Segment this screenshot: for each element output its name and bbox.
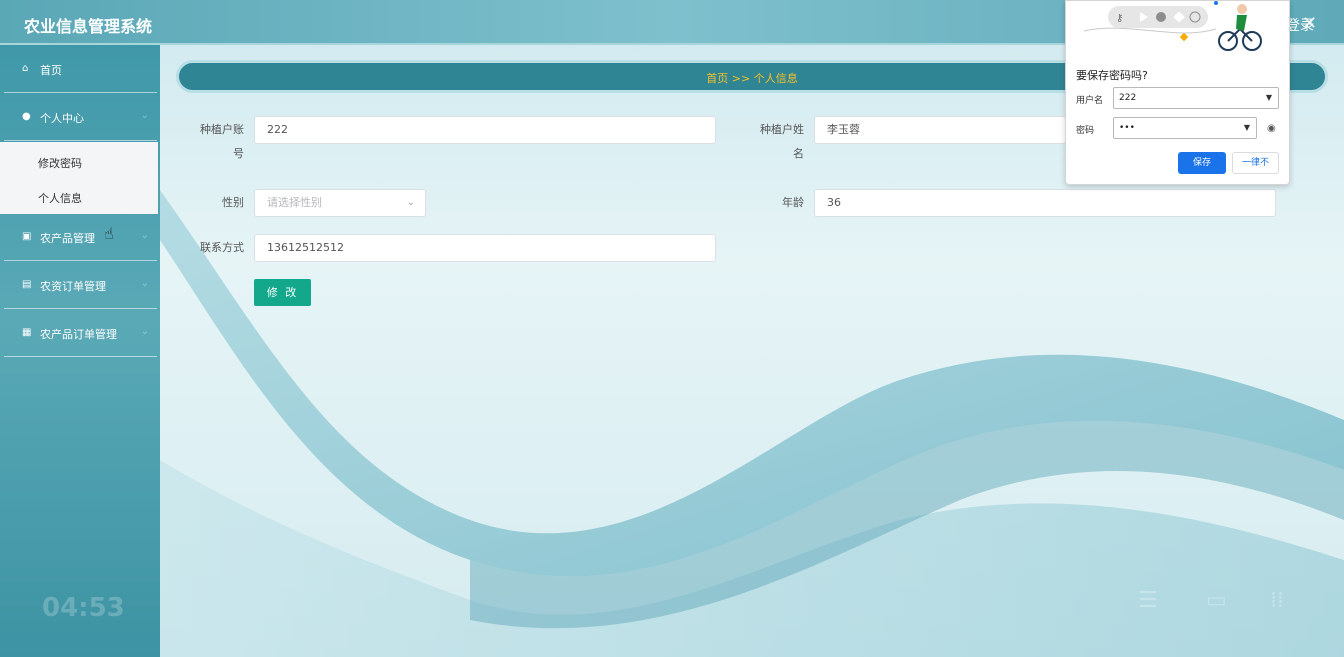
password-field[interactable]: ••• ▼ — [1113, 117, 1257, 139]
gender-label: 性别 — [222, 196, 244, 209]
comment-icon: ▭ — [1206, 588, 1227, 613]
password-illustration-icon: ⚷ — [1083, 1, 1262, 51]
grid-icon: ▦ — [22, 327, 32, 338]
age-label: 年龄 — [782, 196, 804, 209]
chevron-down-icon: ⌄ — [406, 197, 415, 208]
submenu-item-personal-info[interactable]: 个人信息 — [38, 190, 82, 206]
sidebar-item-label: 农资订单管理 — [40, 280, 106, 293]
eye-icon[interactable]: ◉ — [1267, 123, 1276, 134]
briefcase-icon: ▤ — [22, 279, 32, 290]
submenu-item-change-password[interactable]: 修改密码 — [38, 155, 82, 171]
name-label: 种植户姓 名 — [750, 116, 804, 167]
sidebar-item-personal-center[interactable]: ● 个人中心 ⌄ — [4, 93, 157, 141]
save-password-button[interactable]: 保存 — [1178, 152, 1226, 174]
account-label: 种植户账 号 — [190, 116, 244, 167]
chevron-down-icon: ⌄ — [140, 230, 149, 241]
contact-label: 联系方式 — [200, 241, 244, 254]
save-password-popup: ⚷ 要保存密码吗? 用户名 222 ▼ 密码 ••• ▼ ◉ 保存 一律不 — [1065, 0, 1290, 185]
sidebar-item-label: 个人中心 — [40, 112, 84, 125]
modify-button[interactable]: 修 改 — [254, 279, 311, 306]
list-icon: ☰ — [1138, 588, 1158, 613]
svg-text:⚷: ⚷ — [1116, 13, 1123, 24]
password-label: 密码 — [1076, 126, 1095, 136]
username-label: 用户名 — [1076, 96, 1104, 106]
sidebar: ⌂ 首页 ● 个人中心 ⌄ 修改密码 个人信息 ▣ 农产品管理 ⌄ ▤ 农资订单… — [0, 45, 160, 657]
chevron-down-icon: ⌄ — [140, 110, 149, 121]
popup-title: 要保存密码吗? — [1076, 69, 1148, 82]
name-input[interactable]: 李玉蓉 — [814, 116, 1066, 144]
sidebar-item-home[interactable]: ⌂ 首页 — [4, 45, 157, 93]
age-input[interactable]: 36 — [814, 189, 1276, 217]
timer-overlay: 04:53 — [42, 593, 125, 623]
sidebar-item-label: 农产品管理 — [40, 232, 95, 245]
chevron-down-icon: ⌄ — [140, 278, 149, 289]
close-icon[interactable]: ✕ — [1302, 13, 1317, 34]
sidebar-item-label: 首页 — [40, 64, 62, 77]
sidebar-item-supplies-order-management[interactable]: ▤ 农资订单管理 ⌄ — [4, 261, 157, 309]
app-title: 农业信息管理系统 — [24, 17, 153, 36]
gender-select-placeholder: 请选择性别 — [267, 196, 322, 209]
chevron-down-icon: ⌄ — [140, 326, 149, 337]
never-save-button[interactable]: 一律不 — [1232, 152, 1279, 174]
account-input[interactable]: 222 — [254, 116, 716, 144]
sidebar-item-product-management[interactable]: ▣ 农产品管理 ⌄ — [4, 213, 157, 261]
username-value: 222 — [1119, 93, 1137, 103]
chart-icon: ▣ — [22, 231, 32, 242]
account-label-line2: 号 — [233, 147, 244, 160]
gender-select[interactable]: 请选择性别 ⌄ — [254, 189, 426, 217]
sidebar-item-label: 农产品订单管理 — [40, 328, 117, 341]
username-field[interactable]: 222 ▼ — [1113, 87, 1279, 109]
name-label-line1: 种植户姓 — [760, 123, 804, 136]
dots-grid-icon: ⁞⁞ — [1270, 588, 1284, 613]
user-icon: ● — [22, 111, 31, 122]
home-icon: ⌂ — [22, 63, 29, 74]
caret-down-icon: ▼ — [1265, 93, 1272, 102]
caret-down-icon: ▼ — [1243, 123, 1250, 132]
personal-center-submenu: 修改密码 个人信息 — [0, 142, 158, 214]
contact-input[interactable]: 13612512512 — [254, 234, 716, 262]
account-label-line1: 种植户账 — [200, 123, 244, 136]
hand-cursor-icon: ☝ — [104, 224, 114, 243]
sidebar-item-product-order-management[interactable]: ▦ 农产品订单管理 ⌄ — [4, 309, 157, 357]
password-value: ••• — [1119, 123, 1135, 133]
name-label-line2: 名 — [793, 147, 804, 160]
